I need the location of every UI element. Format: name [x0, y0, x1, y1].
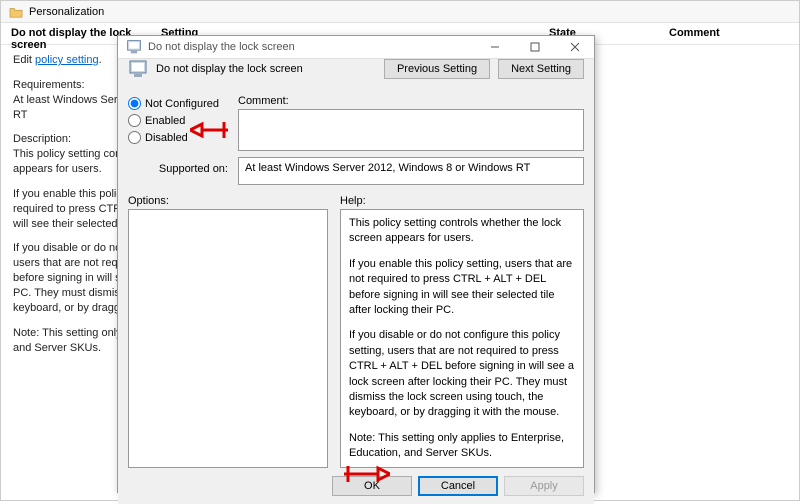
gpedit-header: Personalization	[1, 1, 799, 23]
radio-not-configured[interactable]: Not Configured	[128, 97, 228, 110]
dialog-subtitle: Do not display the lock screen	[156, 63, 303, 75]
ok-button[interactable]: OK	[332, 476, 412, 496]
radio-enabled[interactable]: Enabled	[128, 114, 228, 127]
radio-not-configured-input[interactable]	[128, 97, 141, 110]
supported-on-label: Supported on:	[128, 157, 228, 185]
policy-dialog: Do not display the lock screen Do not di…	[117, 35, 595, 493]
comment-label: Comment:	[238, 95, 584, 107]
gpedit-title: Personalization	[29, 6, 104, 18]
dialog-toolbar: Do not display the lock screen Previous …	[118, 59, 594, 79]
help-p4: Note: This setting only applies to Enter…	[349, 431, 575, 462]
state-radio-group: Not Configured Enabled Disabled	[128, 95, 228, 151]
close-button[interactable]	[558, 36, 592, 58]
radio-disabled-label: Disabled	[145, 132, 188, 144]
column-comment: Comment	[659, 23, 799, 44]
previous-setting-button[interactable]: Previous Setting	[384, 59, 490, 79]
policy-icon	[128, 59, 148, 79]
options-panel	[128, 209, 328, 468]
supported-on-text: At least Windows Server 2012, Windows 8 …	[238, 157, 584, 185]
next-setting-button[interactable]: Next Setting	[498, 59, 584, 79]
options-label: Options:	[128, 195, 328, 207]
radio-disabled-input[interactable]	[128, 131, 141, 144]
help-p1: This policy setting controls whether the…	[349, 216, 575, 247]
cancel-button[interactable]: Cancel	[418, 476, 498, 496]
maximize-button[interactable]	[518, 36, 552, 58]
help-label: Help:	[340, 195, 584, 207]
titlebar[interactable]: Do not display the lock screen	[118, 36, 594, 59]
radio-disabled[interactable]: Disabled	[128, 131, 228, 144]
dialog-footer: OK Cancel Apply	[118, 468, 594, 504]
policy-icon	[126, 39, 142, 55]
radio-not-configured-label: Not Configured	[145, 98, 219, 110]
help-panel: This policy setting controls whether the…	[340, 209, 584, 468]
radio-enabled-label: Enabled	[145, 115, 185, 127]
help-p3: If you disable or do not configure this …	[349, 328, 575, 420]
edit-policy-link[interactable]: policy setting	[35, 54, 99, 66]
help-p2: If you enable this policy setting, users…	[349, 257, 575, 319]
dialog-title: Do not display the lock screen	[148, 41, 295, 53]
folder-icon	[9, 6, 23, 18]
edit-label: Edit	[13, 54, 35, 66]
minimize-button[interactable]	[478, 36, 512, 58]
radio-enabled-input[interactable]	[128, 114, 141, 127]
comment-input[interactable]	[238, 109, 584, 151]
apply-button[interactable]: Apply	[504, 476, 584, 496]
dialog-content: Not Configured Enabled Disabled Comment:…	[118, 91, 594, 468]
